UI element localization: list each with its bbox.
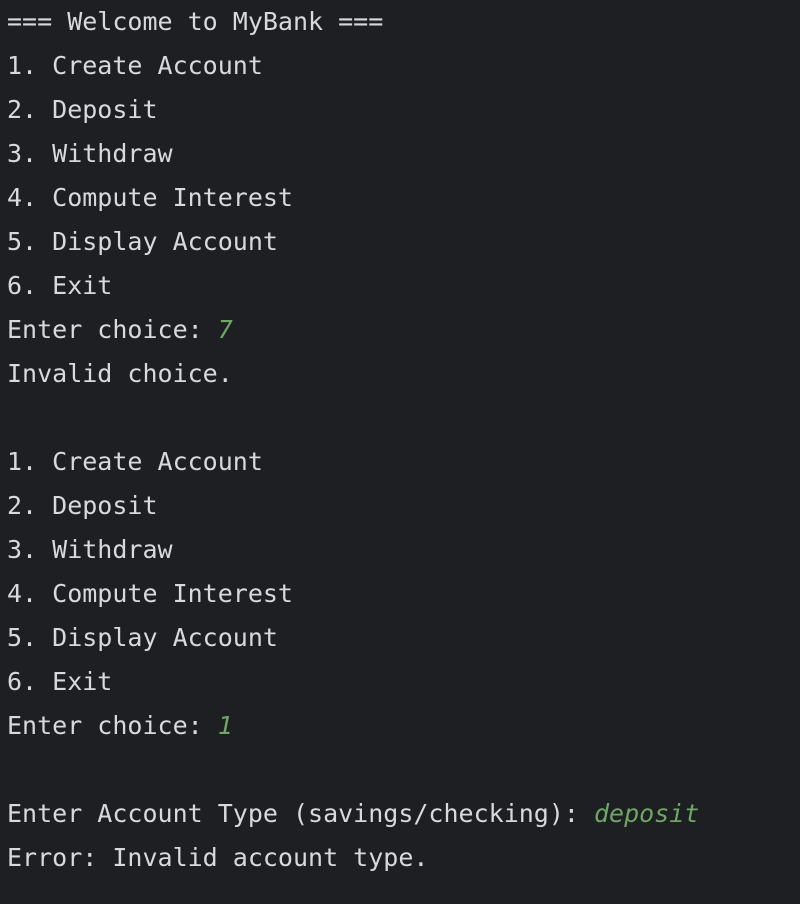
user-input-account-type: deposit [594, 799, 700, 828]
choice-prompt-line: Enter choice: 7 [7, 308, 797, 352]
menu-item-create-account: 1. Create Account [7, 447, 263, 476]
menu-item-deposit: 2. Deposit [7, 491, 158, 520]
invalid-choice-message: Invalid choice. [7, 359, 233, 388]
menu-item-withdraw: 3. Withdraw [7, 535, 173, 564]
menu-item-withdraw: 3. Withdraw [7, 139, 173, 168]
welcome-line: === Welcome to MyBank === [7, 7, 384, 36]
choice-prompt: Enter choice: [7, 315, 218, 344]
menu-item-display-account: 5. Display Account [7, 227, 278, 256]
menu-item-exit: 6. Exit [7, 667, 113, 696]
error-message: Error: Invalid account type. [7, 843, 429, 872]
menu-item-exit: 6. Exit [7, 271, 113, 300]
choice-prompt-line: Enter choice: 1 [7, 704, 797, 748]
menu-item-compute-interest: 4. Compute Interest [7, 579, 293, 608]
user-input-choice: 7 [217, 315, 233, 344]
menu-item-deposit: 2. Deposit [7, 95, 158, 124]
menu-item-display-account: 5. Display Account [7, 623, 278, 652]
menu-item-compute-interest: 4. Compute Interest [7, 183, 293, 212]
choice-prompt: Enter choice: [7, 711, 218, 740]
menu-item-create-account: 1. Create Account [7, 51, 263, 80]
account-type-prompt: Enter Account Type (savings/checking): [7, 799, 594, 828]
console-output[interactable]: === Welcome to MyBank === 1. Create Acco… [7, 0, 797, 880]
user-input-choice: 1 [217, 711, 233, 740]
account-type-prompt-line: Enter Account Type (savings/checking): d… [7, 792, 797, 836]
